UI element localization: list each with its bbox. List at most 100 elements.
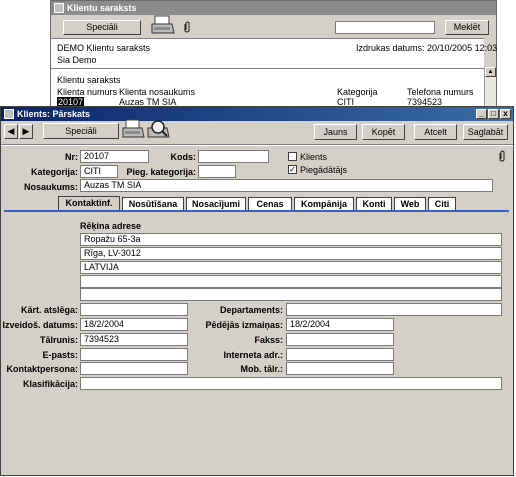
tab-citi[interactable]: Citi xyxy=(428,197,456,210)
col-header-phone: Telefona numurs xyxy=(407,87,474,97)
save-label: Saglabāt xyxy=(467,127,504,137)
klients-label: Klients xyxy=(300,152,328,162)
kontaktpersona-field[interactable] xyxy=(80,362,188,375)
nr-field[interactable]: 20107 xyxy=(80,150,149,163)
report-company: DEMO Klientu saraksts xyxy=(57,43,151,53)
piegadatajs-label: Piegādātājs xyxy=(300,165,348,175)
copy-label: Kopēt xyxy=(371,127,396,137)
paperclip-icon[interactable] xyxy=(498,149,506,163)
window-icon xyxy=(54,3,64,13)
arrow-left-icon: ◀ xyxy=(7,126,15,136)
detail-window-titlebar[interactable]: Klients: Pārskats _ □ x xyxy=(1,107,513,121)
tab-label: Kontaktinf. xyxy=(65,198,113,208)
list-window-titlebar[interactable]: Klientu saraksts xyxy=(51,1,496,15)
kart-atslega-label: Kārt. atslēga: xyxy=(20,305,78,315)
detail-special-label: Speciāli xyxy=(65,126,97,136)
nosaukums-field[interactable]: Auzas TM SIA xyxy=(80,179,493,192)
piegadatajs-checkbox[interactable]: ✓ xyxy=(288,165,297,174)
next-record-button[interactable]: ▶ xyxy=(19,124,33,139)
printer-icon[interactable] xyxy=(121,119,145,141)
kart-atslega-field[interactable] xyxy=(80,303,188,316)
tab-label: Web xyxy=(400,199,420,209)
kods-label: Kods: xyxy=(170,152,197,162)
pedejas-izmainas-label: Pēdējās izmaiņas: xyxy=(205,320,283,330)
tab-web[interactable]: Web xyxy=(394,197,426,210)
report-company2: Sia Demo xyxy=(57,55,97,65)
col-header-name: Klienta nosaukums xyxy=(119,87,196,97)
cancel-button[interactable]: Atcelt xyxy=(414,124,457,140)
kods-field[interactable] xyxy=(198,150,269,163)
detail-window-title: Klients: Pārskats xyxy=(17,109,91,119)
cancel-label: Atcelt xyxy=(424,127,447,137)
address-line-5[interactable] xyxy=(80,288,502,301)
copy-button[interactable]: Kopēt xyxy=(362,124,405,140)
izveidots-field[interactable]: 18/2/2004 xyxy=(80,318,188,331)
tab-kontaktinf[interactable]: Kontaktinf. xyxy=(58,196,120,210)
fakss-label: Fakss: xyxy=(254,335,283,345)
scroll-up-icon[interactable]: ▲ xyxy=(485,67,496,77)
fakss-field[interactable] xyxy=(286,333,394,346)
kategorija-field[interactable]: CITI xyxy=(80,165,118,178)
kategorija-label: Kategorija: xyxy=(30,167,78,177)
prev-record-button[interactable]: ◀ xyxy=(4,124,18,139)
report-divider xyxy=(51,68,484,69)
tab-label: Nosūtīšana xyxy=(128,199,178,209)
klasifikacija-field[interactable] xyxy=(80,377,502,390)
col-header-category: Kategorija xyxy=(337,87,378,97)
pieg-kategorija-label: Pieg. kategorija: xyxy=(126,167,196,177)
departaments-label: Departaments: xyxy=(219,305,283,315)
list-window-title: Klientu saraksts xyxy=(67,3,137,13)
tab-kompanija[interactable]: Kompānija xyxy=(294,197,354,210)
list-search-button[interactable]: Meklēt xyxy=(445,20,489,35)
talrunis-label: Tālrunis: xyxy=(39,335,78,345)
tab-nosacijumi[interactable]: Nosacījumi xyxy=(186,197,246,210)
tab-label: Konti xyxy=(362,199,386,209)
address-line-3[interactable]: LATVIJA xyxy=(80,261,502,274)
window-icon xyxy=(4,109,14,119)
mob-field[interactable] xyxy=(286,362,394,375)
pedejas-izmainas-field[interactable]: 18/2/2004 xyxy=(286,318,394,331)
epasts-label: E-pasts: xyxy=(42,350,78,360)
tab-cenas[interactable]: Cenas xyxy=(248,197,292,210)
klients-checkbox[interactable] xyxy=(288,152,297,161)
tab-konti[interactable]: Konti xyxy=(356,197,392,210)
address-line-4[interactable] xyxy=(80,275,502,288)
printer-icon[interactable] xyxy=(150,15,176,37)
tab-label: Cenas xyxy=(256,199,284,209)
detail-special-button[interactable]: Speciāli xyxy=(43,123,119,139)
list-scrollbar[interactable]: ▲ xyxy=(484,67,496,108)
interneta-field[interactable] xyxy=(286,348,394,361)
tab-strip-line xyxy=(4,210,509,212)
list-special-label: Speciāli xyxy=(86,22,118,32)
epasts-field[interactable] xyxy=(80,348,188,361)
tab-label: Kompānija xyxy=(300,199,347,209)
address-line-1[interactable]: Ropažu 65-3a xyxy=(80,233,502,246)
interneta-label: Interneta adr.: xyxy=(223,350,283,360)
list-search-input[interactable] xyxy=(335,21,435,34)
save-button[interactable]: Saglabāt xyxy=(463,124,508,140)
nr-label: Nr: xyxy=(65,152,78,162)
pieg-kategorija-field[interactable] xyxy=(198,165,236,178)
new-label: Jauns xyxy=(323,127,348,137)
tab-nosutisana[interactable]: Nosūtīšana xyxy=(122,197,184,210)
report-title: Klientu saraksts xyxy=(57,75,121,85)
invoice-address-label: Rēķina adrese xyxy=(80,221,142,231)
maximize-icon[interactable]: □ xyxy=(488,109,499,119)
list-special-button[interactable]: Speciāli xyxy=(63,20,141,35)
tab-label: Nosacījumi xyxy=(191,199,240,209)
close-icon[interactable]: x xyxy=(500,109,511,119)
arrow-right-icon: ▶ xyxy=(22,126,30,136)
checkmark-icon: ✓ xyxy=(289,165,296,174)
minimize-icon[interactable]: _ xyxy=(476,109,487,119)
print-preview-icon[interactable] xyxy=(146,119,170,141)
new-button[interactable]: Jauns xyxy=(314,124,357,140)
kontaktpersona-label: Kontaktpersona: xyxy=(6,364,78,374)
list-search-label: Meklēt xyxy=(453,22,481,32)
talrunis-field[interactable]: 7394523 xyxy=(80,333,188,346)
nosaukums-label: Nosaukums: xyxy=(23,182,78,192)
departaments-field[interactable] xyxy=(286,303,502,316)
paperclip-icon[interactable] xyxy=(183,20,191,34)
address-line-2[interactable]: Rīga, LV-3012 xyxy=(80,247,502,260)
col-header-number: Klienta numurs xyxy=(57,87,118,97)
tab-label: Citi xyxy=(434,199,450,209)
